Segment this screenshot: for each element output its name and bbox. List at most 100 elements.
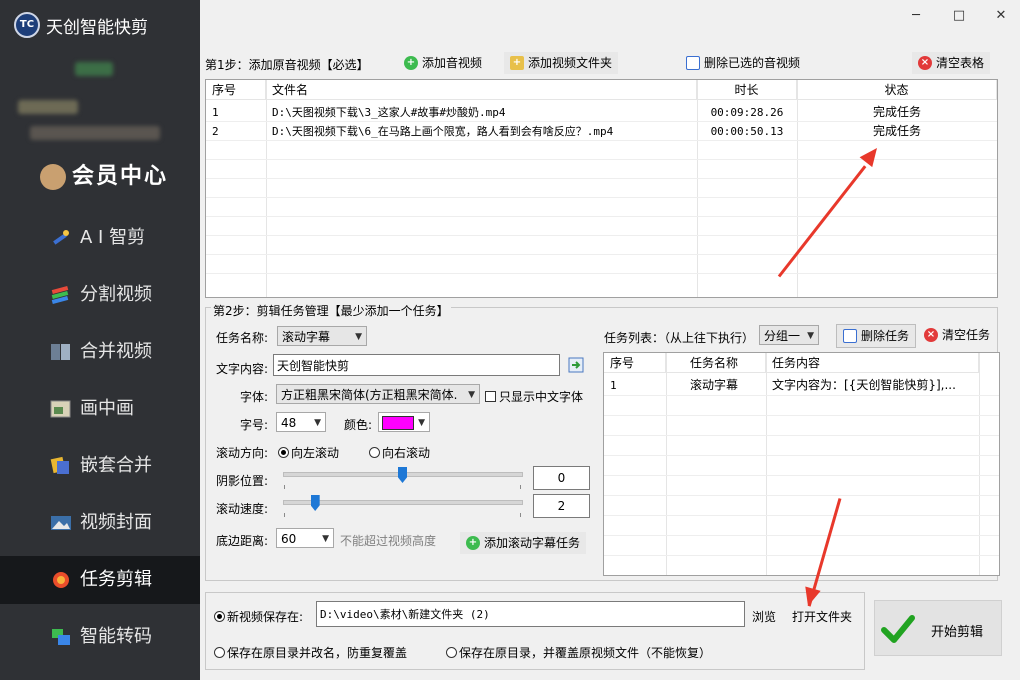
row-divider [206,273,997,274]
font-select[interactable]: 方正粗黑宋简体(方正粗黑宋简体. ▼ [276,384,480,404]
row-divider [206,216,997,217]
size-select[interactable]: 48 ▼ [276,412,326,432]
transcode-icon [52,629,70,645]
nav-label: 嵌套合并 [80,455,152,476]
step2-label: 第2步：剪辑任务管理【最少添加一个任务】 [211,302,451,319]
chevron-down-icon: ▼ [468,390,475,400]
color-swatch [382,416,414,430]
delete-task-label: 删除任务 [861,329,910,343]
dir-left-radio[interactable]: 向左滚动 [278,444,339,461]
chevron-down-icon: ▼ [418,418,425,428]
shadow-value-input[interactable]: 0 [533,466,590,490]
radio-dot [369,447,380,458]
size-value: 48 [281,416,297,430]
clear-task-button[interactable]: × 清空任务 [918,324,997,346]
task-no: 1 [610,379,617,392]
start-edit-button[interactable]: 开始剪辑 [874,600,1002,656]
group-select[interactable]: 分组一 ▼ [759,325,819,345]
row-duration: 00:00:50.13 [710,125,784,138]
nav-ai-cut[interactable]: A I 智剪 [0,214,200,262]
radio-dot [278,447,289,458]
maximize-button[interactable]: □ [951,8,967,24]
nav-label: 智能转码 [80,626,152,647]
app-title: 天创智能快剪 [46,18,148,38]
row-divider [604,475,999,476]
col-header[interactable]: 状态 [797,80,997,100]
save-overwrite-label: 保存在原目录，并覆盖原视频文件（不能恢复） [459,646,712,660]
chevron-down-icon: ▼ [355,332,362,342]
nav-split-video[interactable]: 分割视频 [0,271,200,319]
dir-right-label: 向右滚动 [382,446,431,460]
text-content-input[interactable]: 天创智能快剪 [273,354,560,376]
nav-label: 视频封面 [80,512,152,533]
col-header[interactable]: 任务内容 [766,353,979,373]
bottom-distance-select[interactable]: 60 ▼ [276,528,334,548]
add-scroll-task-button[interactable]: + 添加滚动字幕任务 [460,532,587,554]
speed-value-input[interactable]: 2 [533,494,590,518]
task-list-label: 任务列表：（从上往下执行） [604,331,755,345]
save-new-radio[interactable]: 新视频保存在: [214,608,303,625]
delete-task-button[interactable]: 删除任务 [836,324,917,348]
group-value: 分组一 [764,329,801,343]
row-divider [206,197,997,198]
video-file-table[interactable]: 序号 文件名 时长 状态 1 D:\天图视频下载\3_这家人#故事#炒酸奶.mp… [205,79,998,298]
clear-x-icon: × [918,55,932,70]
shadow-label: 阴影位置: [216,474,269,488]
speed-label: 滚动速度: [216,502,269,516]
split-video-icon [51,285,69,305]
color-label: 颜色: [344,418,373,432]
row-divider [206,235,997,236]
window-delete-icon [843,328,857,343]
col-header[interactable]: 序号 [604,353,666,373]
col-header[interactable]: 文件名 [266,80,697,100]
nav-picture-in-picture[interactable]: 画中画 [0,385,200,433]
delete-selected-button[interactable]: 删除已选的音视频 [680,52,807,74]
dir-right-radio[interactable]: 向右滚动 [369,444,430,461]
start-edit-label: 开始剪辑 [931,625,984,640]
app-logo-icon: TC [14,12,40,38]
save-overwrite-radio[interactable]: 保存在原目录，并覆盖原视频文件（不能恢复） [446,644,711,661]
chinese-only-checkbox[interactable]: 只显示中文字体 [485,388,583,405]
nav-video-cover[interactable]: 视频封面 [0,499,200,547]
browse-button[interactable]: 浏览 [752,608,776,625]
col-header[interactable]: 任务名称 [666,353,766,373]
slider-tick [520,513,521,517]
col-header[interactable]: 序号 [206,80,266,100]
color-select[interactable]: ▼ [378,412,430,432]
close-button[interactable]: ✕ [993,8,1009,24]
chevron-down-icon: ▼ [322,534,329,544]
member-center-button[interactable]: 会员中心 [40,158,168,190]
output-path-input[interactable]: D:\video\素材\新建文件夹 (2) [316,601,745,627]
size-label: 字号: [240,418,269,432]
save-rename-radio[interactable]: 保存在原目录并改名，防重复覆盖 [214,644,407,661]
plus-icon: + [466,535,480,550]
ai-wand-icon [53,230,69,245]
row-no: 2 [212,125,219,138]
nav-merge-video[interactable]: 合并视频 [0,328,200,376]
row-no: 1 [212,106,219,119]
checkbox-box [485,391,496,402]
add-video-button[interactable]: + 添加音视频 [398,52,489,74]
task-table[interactable]: 序号 任务名称 任务内容 1 滚动字幕 文字内容为：[{天创智能快剪}],... [603,352,1000,576]
col-header[interactable]: 时长 [697,80,797,100]
nav-nest-merge[interactable]: 嵌套合并 [0,442,200,490]
text-import-icon[interactable] [568,356,586,374]
task-name: 滚动字幕 [690,378,739,392]
nav-task-edit[interactable]: 任务剪辑 [0,556,200,604]
nav-transcode[interactable]: 智能转码 [0,613,200,661]
clear-table-button[interactable]: × 清空表格 [912,52,991,74]
row-divider [604,535,999,536]
font-value: 方正粗黑宋简体(方正粗黑宋简体. [281,388,458,402]
picture-in-picture-icon [50,400,71,418]
blurred-text [75,62,113,76]
slider-tick [284,485,285,489]
task-name-select[interactable]: 滚动字幕 ▼ [277,326,367,346]
slider-tick [284,513,285,517]
minimize-button[interactable]: ─ [908,8,924,24]
add-folder-button[interactable]: + 添加视频文件夹 [504,52,619,74]
direction-label: 滚动方向: [216,446,269,460]
open-folder-button[interactable]: 打开文件夹 [792,608,852,625]
row-divider [206,254,997,255]
row-divider [604,435,999,436]
step1-label: 第1步：添加原音视频【必选】 [205,58,369,72]
